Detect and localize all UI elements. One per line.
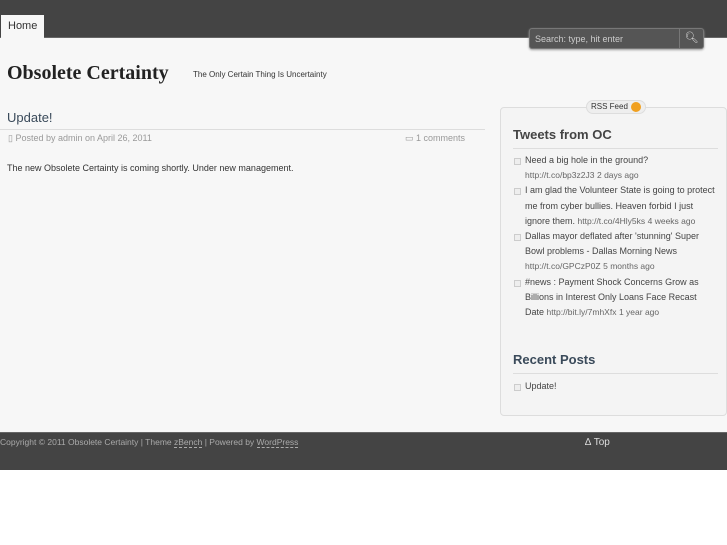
tweet-time: 1 year ago [618,307,660,318]
search-input[interactable] [530,29,680,48]
tweet-link[interactable]: http://bit.ly/7mhXfx [547,307,617,317]
site-tagline: The Only Certain Thing Is Uncertainty [193,70,327,79]
tweet-link[interactable]: http://t.co/4Hly5ks [578,216,646,226]
tweet-time: 2 days ago [596,170,639,181]
recent-posts-list: Update! [513,379,718,394]
post-title[interactable]: Update! [7,110,53,125]
post-meta-text: Posted by admin on April 26, 2011 [15,133,152,143]
comments-count: 1 comments [416,133,466,143]
search-button[interactable]: 🔍︎ [679,29,703,48]
tweet-time: 4 weeks ago [647,215,696,226]
comments-link[interactable]: ▭ 1 comments [405,133,465,144]
back-to-top-link[interactable]: ∆ Top [585,437,610,448]
rss-icon [630,101,641,112]
post-meta: ▯ Posted by admin on April 26, 2011 [8,133,152,144]
sidebar: Tweets from OC Need a big hole in the gr… [500,107,727,416]
tweets-title: Tweets from OC [513,127,718,149]
tweet-link[interactable]: http://t.co/bp3z2J3 [525,170,594,180]
tweet-item: I am glad the Volunteer State is going t… [513,183,718,229]
post-content: The new Obsolete Certainty is coming sho… [7,163,294,173]
rss-feed-button[interactable]: RSS Feed [586,100,646,114]
copyright-text: Copyright © 2011 Obsolete Certainty | Th… [0,437,174,447]
theme-link[interactable]: zBench [174,437,203,448]
tweet-link[interactable]: http://t.co/GPCzP0Z [525,261,601,271]
rss-label: RSS Feed [591,102,628,111]
recent-posts-title: Recent Posts [513,352,718,374]
recent-post-item[interactable]: Update! [513,379,718,394]
copyright: Copyright © 2011 Obsolete Certainty | Th… [0,437,299,448]
comment-icon: ▭ [405,133,417,143]
wordpress-link[interactable]: WordPress [256,437,299,448]
tweet-time: 5 months ago [603,261,655,272]
site-title[interactable]: Obsolete Certainty [7,62,169,85]
tweets-list: Need a big hole in the ground? http://t.… [513,153,718,320]
search-icon: 🔍︎ [684,32,699,44]
divider [0,129,485,130]
powered-text: | Powered by [202,437,257,447]
tweet-item: #news : Payment Shock Concerns Grow as B… [513,275,718,321]
tweet-text: Dallas mayor deflated after 'stunning' S… [525,231,700,257]
search-box: 🔍︎ [529,28,704,49]
tweet-text: Need a big hole in the ground? [525,155,649,165]
footer: Copyright © 2011 Obsolete Certainty | Th… [0,432,727,470]
tweet-item: Dallas mayor deflated after 'stunning' S… [513,229,718,275]
nav-home[interactable]: Home [1,15,45,39]
tweet-item: Need a big hole in the ground? http://t.… [513,153,718,183]
